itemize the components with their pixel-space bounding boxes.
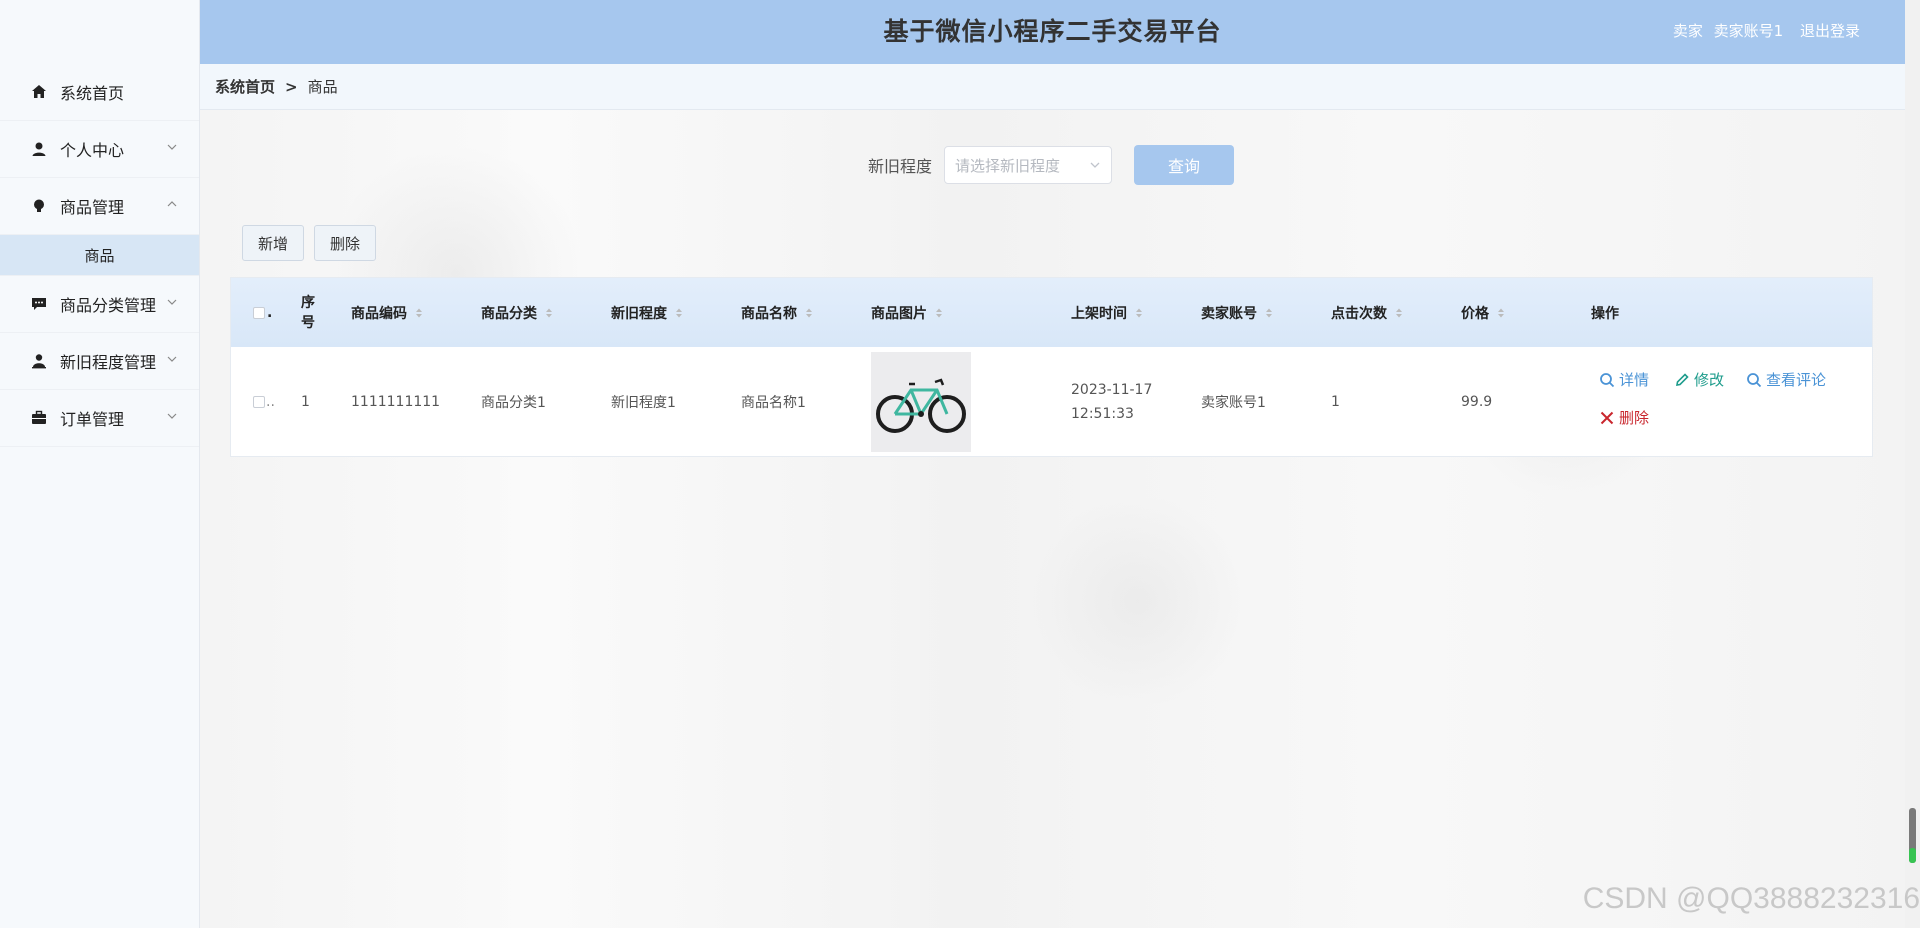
- row-checkbox[interactable]: [253, 396, 265, 408]
- pencil-icon: [1676, 372, 1689, 386]
- header-image[interactable]: 商品图片: [871, 278, 943, 347]
- sort-icon[interactable]: [1395, 307, 1403, 319]
- cell-image[interactable]: [871, 347, 971, 457]
- chevron-down-icon: [1090, 162, 1100, 168]
- breadcrumb-current: 商品: [307, 78, 338, 96]
- breadcrumb-home[interactable]: 系统首页: [215, 76, 275, 97]
- sort-icon[interactable]: [415, 307, 423, 319]
- batch-delete-button[interactable]: 删除: [314, 225, 377, 261]
- view-comments-button[interactable]: 查看评论: [1746, 369, 1826, 390]
- cell-name: 商品名称1: [741, 395, 806, 411]
- search-bar: 新旧程度 请选择新旧程度 查询: [868, 145, 1235, 185]
- person-icon: [30, 352, 48, 370]
- logout-link[interactable]: 退出登录: [1800, 22, 1860, 40]
- home-icon: [30, 83, 48, 101]
- breadcrumb: 系统首页 > 商品: [200, 64, 1905, 110]
- sidebar-item-label: 新旧程度管理: [60, 353, 157, 372]
- user-role: 卖家: [1672, 22, 1703, 40]
- sidebar-item-label: 商品管理: [60, 198, 125, 217]
- top-header: 基于微信小程序二手交易平台 卖家 卖家账号1 退出登录: [200, 0, 1905, 64]
- sidebar-subitem-product[interactable]: 商品: [0, 235, 199, 276]
- table-header: . 序号 商品编码 商品分类 新旧程度 商品名称 商品图片 上架时间 卖家账号 …: [231, 278, 1872, 347]
- cell-code: 1111111111: [351, 394, 441, 410]
- sort-icon[interactable]: [1135, 307, 1143, 319]
- chevron-down-icon: [167, 356, 177, 362]
- search-icon: [1747, 372, 1762, 387]
- add-button[interactable]: 新增: [242, 225, 305, 261]
- header-price[interactable]: 价格: [1461, 278, 1505, 347]
- sort-icon[interactable]: [545, 307, 553, 319]
- watermark: CSDN @QQ3888232316: [1582, 882, 1920, 915]
- sidebar-item-condition-management[interactable]: 新旧程度管理: [0, 333, 199, 390]
- sort-icon[interactable]: [805, 307, 813, 319]
- sidebar-item-category-management[interactable]: 商品分类管理: [0, 276, 199, 333]
- select-all-checkbox[interactable]: [253, 306, 265, 319]
- cell-clock: 12:51:33: [1071, 406, 1134, 422]
- chevron-down-icon: [167, 144, 177, 150]
- detail-button[interactable]: 详情: [1599, 369, 1649, 390]
- condition-filter-label: 新旧程度: [868, 157, 933, 176]
- header-name[interactable]: 商品名称: [741, 278, 813, 347]
- user-icon: [30, 140, 48, 158]
- condition-select[interactable]: 请选择新旧程度: [944, 146, 1113, 184]
- breadcrumb-separator: >: [285, 77, 298, 96]
- sidebar-item-label: 系统首页: [60, 84, 125, 103]
- sidebar-item-home[interactable]: 系统首页: [0, 64, 199, 121]
- search-icon: [1600, 372, 1615, 387]
- cell-date: 2023-11-17: [1071, 382, 1153, 398]
- sort-icon[interactable]: [935, 307, 943, 319]
- sidebar: 系统首页 个人中心 商品管理 商品 商品分类管理 新旧程度管理 订单管理: [0, 0, 200, 928]
- header-seller[interactable]: 卖家账号: [1201, 278, 1273, 347]
- sidebar-item-label: 订单管理: [60, 410, 125, 429]
- header-condition[interactable]: 新旧程度: [611, 278, 683, 347]
- condition-select-placeholder: 请选择新旧程度: [955, 156, 1061, 175]
- header-time[interactable]: 上架时间: [1071, 278, 1143, 347]
- briefcase-icon: [30, 409, 48, 427]
- bulb-icon: [30, 197, 48, 215]
- edit-button[interactable]: 修改: [1674, 369, 1724, 390]
- app-title: 基于微信小程序二手交易平台: [883, 17, 1222, 46]
- toolbar: 新增 删除: [242, 225, 386, 261]
- header-ops: 操作: [1591, 305, 1619, 322]
- chevron-down-icon: [167, 413, 177, 419]
- query-button[interactable]: 查询: [1134, 145, 1235, 185]
- sidebar-item-label: 个人中心: [60, 141, 125, 160]
- header-category[interactable]: 商品分类: [481, 278, 553, 347]
- user-area: 卖家 卖家账号1 退出登录: [1667, 0, 1860, 62]
- header-code[interactable]: 商品编码: [351, 278, 423, 347]
- cell-price: 99.9: [1461, 394, 1493, 410]
- header-index: 序号: [301, 294, 315, 331]
- sidebar-menu: 系统首页 个人中心 商品管理 商品 商品分类管理 新旧程度管理 订单管理: [0, 64, 199, 447]
- cell-clicks: 1: [1331, 394, 1340, 410]
- chevron-up-icon: [167, 201, 177, 207]
- user-name: 卖家账号1: [1713, 22, 1784, 40]
- table-row: .. 1 1111111111 商品分类1 新旧程度1 商品名称1 2023-1…: [231, 347, 1872, 457]
- cell-index: 1: [301, 394, 310, 410]
- sort-icon[interactable]: [1265, 307, 1273, 319]
- sort-icon[interactable]: [1497, 307, 1505, 319]
- header-select-all[interactable]: .: [253, 278, 272, 347]
- row-select[interactable]: ..: [253, 347, 275, 457]
- cell-time: 2023-11-17 12:51:33: [1071, 347, 1152, 457]
- sidebar-item-personal-center[interactable]: 个人中心: [0, 121, 199, 178]
- sidebar-subitem-label: 商品: [84, 246, 115, 265]
- close-icon: [1600, 411, 1614, 424]
- product-table: . 序号 商品编码 商品分类 新旧程度 商品名称 商品图片 上架时间 卖家账号 …: [230, 277, 1873, 457]
- chevron-down-icon: [167, 299, 177, 305]
- sidebar-item-label: 商品分类管理: [60, 296, 157, 315]
- content-area: [200, 110, 1905, 928]
- scroll-indicator: [1909, 848, 1916, 863]
- cell-category: 商品分类1: [481, 395, 546, 411]
- sort-icon[interactable]: [675, 307, 683, 319]
- cell-seller: 卖家账号1: [1201, 395, 1266, 411]
- sidebar-item-order-management[interactable]: 订单管理: [0, 390, 199, 447]
- header-clicks[interactable]: 点击次数: [1331, 278, 1403, 347]
- sidebar-item-product-management[interactable]: 商品管理: [0, 178, 199, 235]
- bicycle-image[interactable]: [871, 352, 971, 452]
- cell-condition: 新旧程度1: [611, 395, 676, 411]
- delete-button[interactable]: 删除: [1599, 407, 1649, 428]
- page-scrollbar[interactable]: [1905, 0, 1920, 928]
- chat-icon: [30, 295, 48, 313]
